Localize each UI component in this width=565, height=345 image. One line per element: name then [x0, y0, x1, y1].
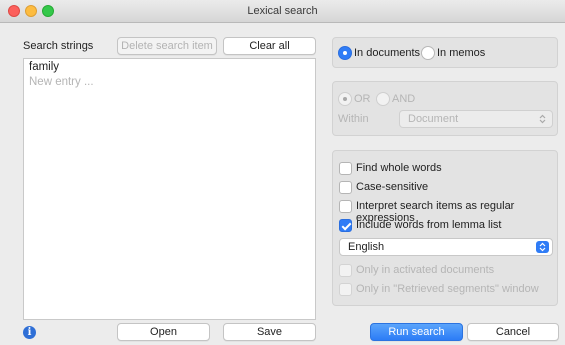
only-retrieved-checkbox[interactable] — [339, 283, 352, 296]
in-documents-label: In documents — [354, 47, 421, 59]
title-bar: Lexical search — [0, 0, 565, 23]
run-search-button[interactable]: Run search — [370, 323, 463, 341]
window-title: Lexical search — [247, 5, 318, 17]
info-icon[interactable]: i — [23, 326, 36, 339]
within-select[interactable]: Document — [399, 110, 553, 128]
clear-all-button[interactable]: Clear all — [223, 37, 316, 55]
options-panel: Find whole words Case-sensitive Interpre… — [332, 150, 558, 306]
scope-panel: In documents In memos — [332, 37, 558, 68]
close-window-button[interactable] — [8, 5, 20, 17]
search-strings-list[interactable]: family New entry ... — [23, 58, 316, 320]
only-activated-checkbox[interactable] — [339, 264, 352, 277]
only-retrieved-label: Only in "Retrieved segments" window — [356, 283, 539, 295]
in-memos-radio[interactable] — [421, 46, 435, 60]
in-documents-radio[interactable] — [338, 46, 352, 60]
only-activated-label: Only in activated documents — [356, 264, 495, 276]
find-whole-words-label: Find whole words — [356, 162, 442, 174]
case-sensitive-checkbox[interactable] — [339, 181, 352, 194]
find-whole-words-checkbox[interactable] — [339, 162, 352, 175]
and-label: AND — [392, 93, 416, 105]
or-radio[interactable] — [338, 92, 352, 106]
in-memos-label: In memos — [437, 47, 486, 59]
case-sensitive-label: Case-sensitive — [356, 181, 429, 193]
lemma-list-checkbox[interactable] — [339, 219, 352, 232]
updown-chevron-icon — [539, 114, 546, 124]
minimize-window-button[interactable] — [25, 5, 37, 17]
zoom-window-button[interactable] — [42, 5, 54, 17]
updown-chevron-icon — [536, 241, 549, 253]
language-select-value: English — [348, 241, 385, 253]
delete-search-item-button[interactable]: Delete search item — [117, 37, 217, 55]
search-strings-heading: Search strings — [23, 40, 94, 52]
cancel-button[interactable]: Cancel — [467, 323, 559, 341]
search-entry[interactable]: family — [29, 61, 59, 73]
open-button[interactable]: Open — [117, 323, 210, 341]
within-select-value: Document — [408, 113, 459, 125]
new-entry-placeholder[interactable]: New entry ... — [29, 76, 94, 88]
logic-panel: OR AND Within Document — [332, 81, 558, 136]
lemma-list-label: Include words from lemma list — [356, 219, 502, 231]
save-button[interactable]: Save — [223, 323, 316, 341]
regex-checkbox[interactable] — [339, 200, 352, 213]
and-radio[interactable] — [376, 92, 390, 106]
or-label: OR — [354, 93, 371, 105]
within-label: Within — [338, 113, 369, 125]
language-select[interactable]: English — [339, 238, 553, 256]
